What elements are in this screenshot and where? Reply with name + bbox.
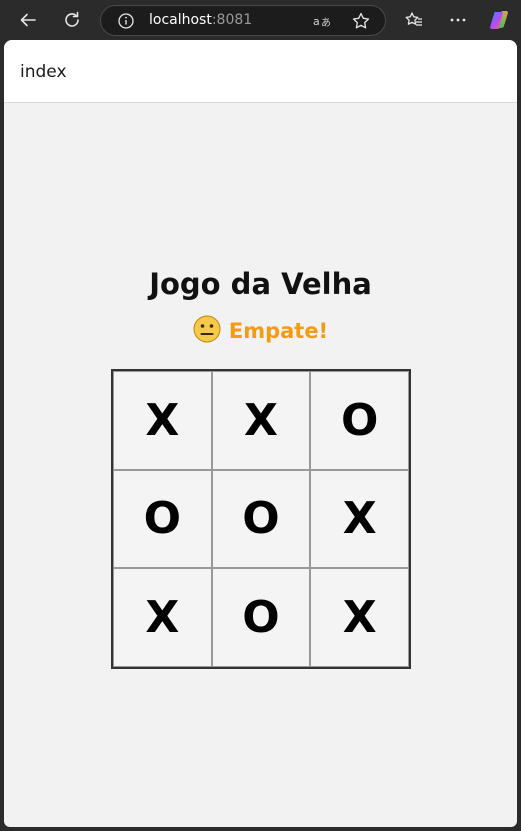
board-cell-1-0[interactable]: O [113,469,212,569]
board-cell-0-1[interactable]: X [211,371,311,470]
back-arrow-icon[interactable] [13,5,43,35]
board-cell-1-2[interactable]: X [310,469,409,569]
svg-text:あ: あ [321,17,331,29]
neutral-face-icon [193,315,221,347]
url-host: localhost [149,12,212,28]
board-cell-0-0[interactable]: X [113,371,212,470]
board-cell-2-2[interactable]: X [310,568,409,667]
favorites-icon[interactable] [399,5,429,35]
url-port: :8081 [211,12,253,28]
address-bar[interactable]: localhost:8081 aあ [100,5,386,36]
more-icon[interactable] [443,5,473,35]
board-cell-0-2[interactable]: O [310,371,409,470]
page-title: index [20,62,67,82]
copilot-icon[interactable] [485,5,515,35]
game-title: Jogo da Velha [149,267,372,301]
star-icon[interactable] [350,10,372,32]
game-board: X X O O O X X O X [111,369,411,669]
reload-icon[interactable] [57,5,87,35]
translate-icon[interactable]: aあ [312,10,334,32]
page-viewport: index Jogo da Velha Empate! X X O O O X … [4,40,517,827]
svg-text:a: a [313,15,320,28]
board-cell-2-1[interactable]: O [211,568,311,667]
status-text: Empate! [228,319,329,343]
info-icon[interactable] [117,12,135,34]
browser-toolbar: localhost:8081 aあ [0,0,521,40]
game-status: Empate! [4,315,517,347]
board-cell-2-0[interactable]: X [113,568,212,667]
page-header: index [4,40,517,103]
url-text[interactable]: localhost:8081 [149,12,252,28]
board-cell-1-1[interactable]: O [211,469,311,569]
